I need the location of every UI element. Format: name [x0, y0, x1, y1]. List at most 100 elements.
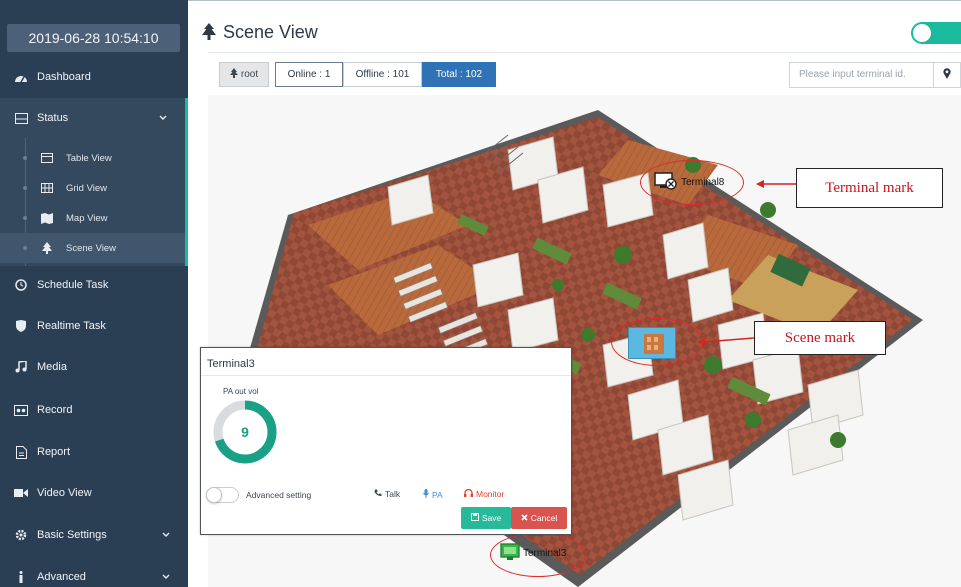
talk-label: Talk: [385, 489, 401, 499]
root-label: root: [240, 69, 259, 80]
sidebar-item-label: Table View: [66, 152, 112, 164]
online-count-button[interactable]: Online : 1: [275, 62, 343, 87]
sidebar-item-record[interactable]: Record: [0, 390, 188, 430]
volume-label: PA out vol: [223, 387, 259, 396]
talk-button[interactable]: Talk: [374, 489, 400, 499]
report-icon: [14, 445, 28, 459]
building-icon: [644, 334, 664, 354]
shield-icon: [14, 319, 28, 333]
status-icon: [14, 111, 28, 125]
locate-button[interactable]: [934, 62, 961, 88]
sidebar-item-table-view[interactable]: Table View: [0, 143, 185, 173]
sidebar-item-grid-view[interactable]: Grid View: [0, 173, 185, 203]
clock-icon: [14, 278, 28, 292]
status-submenu: Table View Grid View Map View Scene View: [0, 138, 188, 266]
chevron-down-icon: [162, 529, 170, 541]
sidebar-item-label: Advanced: [37, 571, 86, 583]
terminal-label: Terminal8: [681, 177, 725, 188]
sidebar-item-label: Record: [37, 404, 73, 416]
terminal-mark-callout: Terminal mark: [796, 168, 943, 208]
sidebar-item-video-view[interactable]: Video View: [0, 473, 188, 513]
terminal-offline-icon: [654, 172, 678, 193]
sidebar: 2019-06-28 10:54:10 Dashboard Status Tab…: [0, 0, 188, 587]
total-count-button[interactable]: Total : 102: [422, 62, 496, 87]
gear-icon: [14, 528, 28, 542]
offline-count-button[interactable]: Offline : 101: [343, 62, 422, 87]
pa-label: PA: [432, 489, 443, 500]
sidebar-item-label: Report: [37, 446, 71, 458]
scene-mark-callout: Scene mark: [754, 321, 886, 355]
sidebar-item-report[interactable]: Report: [0, 432, 188, 472]
volume-value: 9: [241, 424, 249, 440]
terminal-popup: Terminal3 PA out vol 9 Advanced setting …: [200, 347, 572, 535]
sidebar-item-status[interactable]: Status: [0, 98, 188, 138]
popup-divider: [201, 375, 571, 376]
map-pin-icon: [943, 66, 951, 84]
page-title: Scene View: [223, 22, 318, 42]
terminal-mark[interactable]: Terminal8: [654, 172, 724, 193]
advanced-setting-label: Advanced setting: [246, 490, 312, 500]
tree-icon: [202, 23, 216, 45]
save-button[interactable]: Save: [461, 507, 511, 529]
save-icon: [470, 513, 479, 523]
bullet-icon: [23, 186, 27, 190]
cancel-label: Cancel: [530, 513, 558, 523]
music-icon: [14, 360, 28, 374]
sidebar-item-basic-settings[interactable]: Basic Settings: [0, 515, 188, 555]
phone-icon: [374, 489, 382, 499]
sidebar-item-label: Status: [37, 112, 69, 124]
sidebar-item-realtime-task[interactable]: Realtime Task: [0, 306, 188, 346]
save-label: Save: [481, 513, 502, 523]
table-icon: [40, 152, 54, 164]
bullet-icon: [23, 156, 27, 160]
headphones-icon: [464, 488, 473, 499]
sidebar-item-schedule-task[interactable]: Schedule Task: [0, 265, 188, 305]
sidebar-item-label: Schedule Task: [37, 279, 109, 291]
sidebar-item-label: Media: [37, 361, 67, 373]
video-icon: [14, 486, 28, 500]
sidebar-item-label: Dashboard: [37, 71, 91, 83]
toggle-knob: [913, 24, 931, 42]
terminal-mark[interactable]: Terminal3: [500, 543, 566, 564]
microphone-icon: [423, 489, 429, 500]
sidebar-item-label: Realtime Task: [37, 320, 106, 332]
view-toggle[interactable]: [911, 22, 961, 44]
sidebar-item-label: Video View: [37, 487, 92, 499]
cancel-button[interactable]: Cancel: [511, 507, 567, 529]
sidebar-item-advanced[interactable]: Advanced: [0, 557, 188, 587]
map-icon: [40, 212, 54, 224]
close-icon: [521, 513, 528, 523]
advanced-setting-toggle[interactable]: [206, 487, 239, 503]
sidebar-item-label: Scene View: [66, 242, 116, 254]
top-border: [188, 0, 961, 6]
chevron-down-icon: [162, 571, 170, 583]
terminal-label: Terminal3: [523, 548, 567, 559]
scene-mark[interactable]: [628, 327, 676, 359]
sidebar-item-media[interactable]: Media: [0, 347, 188, 387]
sidebar-item-label: Basic Settings: [37, 529, 107, 541]
popup-title: Terminal3: [207, 358, 255, 370]
bullet-icon: [23, 246, 27, 250]
sidebar-item-label: Grid View: [66, 182, 108, 194]
sidebar-item-scene-view[interactable]: Scene View: [0, 233, 185, 263]
monitor-label: Monitor: [476, 489, 505, 499]
root-button[interactable]: root: [219, 62, 269, 87]
clock: 2019-06-28 10:54:10: [7, 24, 180, 52]
grid-icon: [40, 182, 54, 194]
title-divider: [208, 52, 961, 53]
sidebar-item-label: Map View: [66, 212, 108, 224]
sidebar-item-map-view[interactable]: Map View: [0, 203, 185, 233]
tree-icon: [229, 68, 238, 81]
chevron-down-icon: [159, 112, 167, 124]
info-icon: [14, 570, 28, 584]
tree-icon: [40, 242, 54, 254]
dashboard-icon: [14, 70, 28, 84]
terminal-online-icon: [500, 543, 520, 564]
terminal-search-input[interactable]: Please input terminal id.: [789, 62, 934, 88]
monitor-button[interactable]: Monitor: [464, 488, 505, 499]
bullet-icon: [23, 216, 27, 220]
pa-button[interactable]: PA: [423, 489, 443, 500]
record-icon: [14, 403, 28, 417]
toggle-knob: [206, 487, 222, 503]
sidebar-item-dashboard[interactable]: Dashboard: [0, 57, 188, 97]
